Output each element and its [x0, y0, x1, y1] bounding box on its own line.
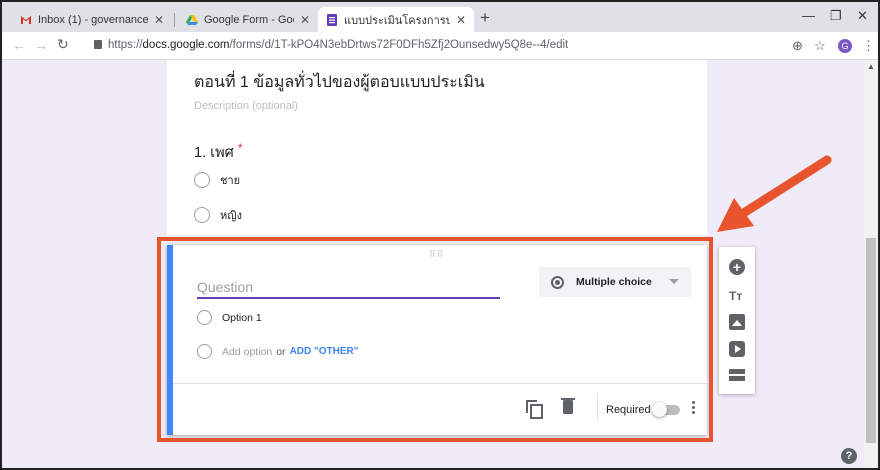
url-path: /forms/d/1T-kPO4N3ebDrtws72F0DFh5Zfj2Oun… — [229, 39, 569, 51]
minimize-icon[interactable]: — — [802, 8, 815, 23]
close-icon[interactable]: ✕ — [154, 13, 164, 27]
google-drive-icon — [186, 14, 198, 26]
close-window-icon[interactable]: ✕ — [857, 8, 868, 24]
tab-strip: Inbox (1) - governance.pacc@gm ✕ Google … — [2, 2, 878, 32]
scrollbar-thumb[interactable] — [866, 238, 876, 443]
side-toolbar: + Tт — [719, 247, 755, 394]
new-tab-button[interactable]: + — [480, 8, 490, 28]
add-video-icon[interactable] — [729, 341, 745, 357]
url-prefix: https:// — [108, 39, 143, 51]
close-icon[interactable]: ✕ — [456, 13, 466, 27]
browser-toolbar: ← → ↻ https://docs.google.com/forms/d/1T… — [2, 32, 878, 60]
google-forms-icon — [326, 13, 338, 26]
add-image-icon[interactable] — [729, 314, 745, 330]
close-icon[interactable]: ✕ — [300, 13, 310, 27]
help-icon[interactable]: ? — [841, 448, 857, 464]
browser-menu-icon[interactable]: ⋮ — [862, 38, 875, 54]
option-label: ชาย — [220, 175, 241, 187]
tab-forms[interactable]: แบบประเมินโครงการประชุมเชิงปฏิบัติการ ✕ — [318, 7, 474, 32]
tab-drive[interactable]: Google Form - Google Drive ✕ — [178, 7, 318, 32]
back-icon[interactable]: ← — [12, 37, 26, 53]
section-card: ตอนที่ 1 ข้อมูลทั่วไปของผู้ตอบแบบประเมิน… — [167, 60, 707, 235]
forward-icon[interactable]: → — [34, 37, 48, 53]
list-item[interactable]: หญิง — [194, 206, 242, 224]
add-question-icon[interactable]: + — [729, 259, 745, 275]
list-item[interactable]: ชาย — [194, 171, 240, 189]
tab-separator — [174, 13, 175, 27]
tab-title: แบบประเมินโครงการประชุมเชิงปฏิบัติการ — [344, 14, 450, 27]
section-description[interactable]: Description (optional) — [194, 100, 298, 112]
gmail-icon — [20, 14, 32, 26]
browser-window: Inbox (1) - governance.pacc@gm ✕ Google … — [0, 0, 880, 470]
bookmark-star-icon[interactable]: ☆ — [814, 38, 826, 54]
add-section-icon[interactable] — [729, 368, 745, 382]
question-title[interactable]: 1. เพศ * — [194, 141, 243, 164]
radio-button[interactable] — [194, 172, 210, 188]
option-label: หญิง — [220, 210, 242, 222]
profile-avatar[interactable]: G — [838, 39, 852, 53]
question-title-text: 1. เพศ — [194, 145, 234, 161]
section-title[interactable]: ตอนที่ 1 ข้อมูลทั่วไปของผู้ตอบแบบประเมิน — [194, 70, 485, 95]
zoom-icon[interactable]: ⊕ — [792, 38, 803, 54]
url-domain: docs.google.com — [142, 39, 230, 51]
annotation-highlight-box — [157, 237, 713, 442]
required-mark: * — [237, 141, 243, 155]
tab-gmail[interactable]: Inbox (1) - governance.pacc@gm ✕ — [12, 7, 172, 32]
tab-title: Google Form - Google Drive — [204, 13, 294, 26]
restore-icon[interactable]: ❐ — [830, 8, 842, 24]
lock-icon — [94, 40, 102, 49]
address-bar[interactable]: https://docs.google.com/forms/d/1T-kPO4N… — [94, 39, 568, 51]
reload-icon[interactable]: ↻ — [57, 36, 69, 53]
radio-button[interactable] — [194, 207, 210, 223]
tab-title: Inbox (1) - governance.pacc@gm — [38, 13, 148, 26]
annotation-arrow-icon — [717, 155, 832, 232]
scroll-up-icon[interactable]: ▲ — [867, 62, 875, 71]
add-title-icon[interactable]: Tт — [729, 288, 745, 304]
scrollbar[interactable]: ▲ — [864, 60, 878, 468]
